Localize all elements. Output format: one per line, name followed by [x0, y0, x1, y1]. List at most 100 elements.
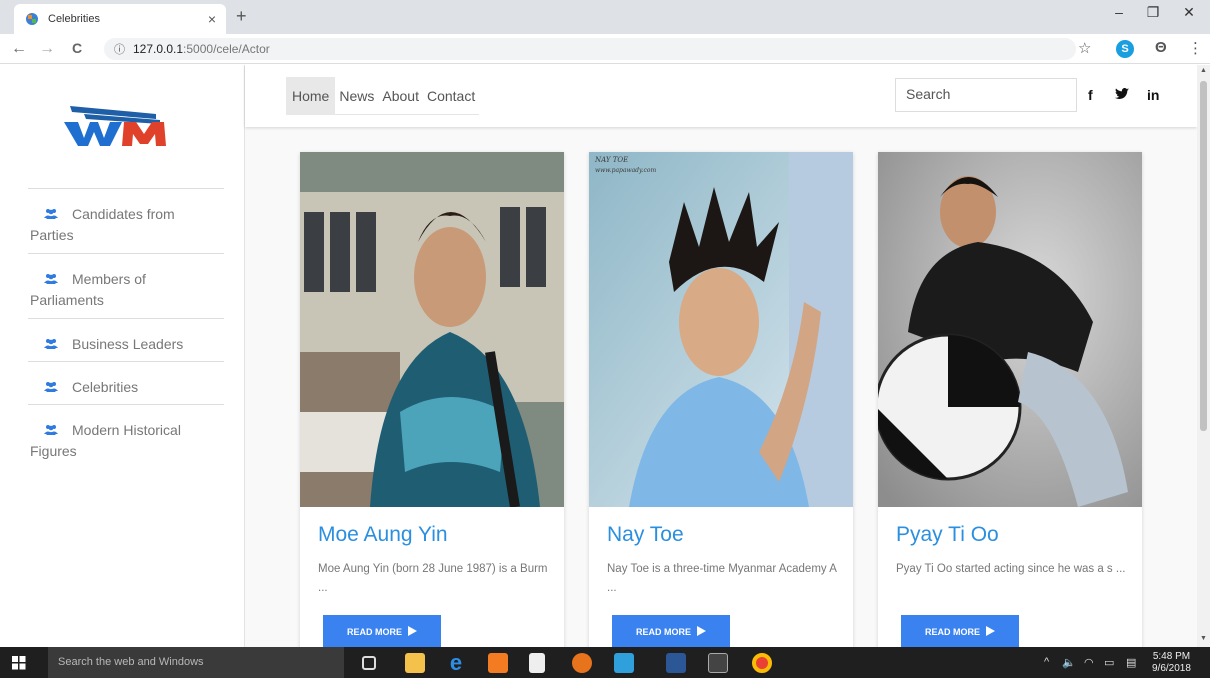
users-icon [44, 335, 66, 355]
top-navbar: Home News About Contact Search f in [245, 65, 1197, 127]
store-icon[interactable] [529, 653, 545, 673]
browser-toolbar: ← → C ⓘ 127.0.0.1:5000/cele/Actor ☆ S Θ … [0, 34, 1210, 64]
sidebar-item-label: Business Leaders [72, 336, 184, 352]
sidebar: Candidates from Parties Members of Parli… [0, 65, 245, 647]
read-more-label: READ MORE [924, 627, 980, 637]
page-viewport: Candidates from Parties Members of Parli… [0, 65, 1197, 647]
command-prompt-icon[interactable] [708, 653, 728, 673]
url-host: 127.0.0.1 [133, 42, 184, 56]
clock-date: 9/6/2018 [1152, 663, 1191, 674]
sidebar-item-label-cont: Parliaments [30, 292, 104, 308]
play-arrow-icon [986, 626, 995, 638]
read-more-button[interactable]: READ MORE [323, 615, 441, 647]
sidebar-item-label: Members of [72, 271, 146, 287]
nav-home[interactable]: Home [286, 76, 336, 115]
tab-title: Celebrities [48, 13, 100, 25]
sidebar-item-label-cont: Parties [30, 227, 74, 243]
read-more-button[interactable]: READ MORE [612, 615, 730, 647]
twitter-icon[interactable] [1115, 87, 1129, 103]
sidebar-item-label-cont: Figures [30, 443, 77, 459]
celebrity-description: Moe Aung Yin (born 28 June 1987) is a Bu… [318, 563, 548, 594]
firefox-icon[interactable] [572, 653, 592, 673]
celebrity-photo[interactable] [300, 152, 564, 507]
page-scrollbar[interactable]: ▲ ▼ [1197, 65, 1210, 647]
sidebar-item-candidates[interactable]: Candidates from Parties [28, 188, 224, 253]
favicon-icon [24, 11, 40, 27]
back-icon[interactable]: ← [8, 40, 30, 58]
volume-icon[interactable]: 🔈 [1062, 656, 1076, 669]
nav-contact[interactable]: Contact [423, 77, 479, 115]
tray-chevron-icon[interactable]: ^ [1044, 656, 1049, 668]
battery-icon[interactable]: ▭ [1104, 656, 1114, 669]
celebrity-card: NAY TOE www.papawady.com Nay Toe Nay Toe… [589, 152, 853, 647]
scroll-down-icon[interactable]: ▼ [1200, 635, 1207, 642]
photo-watermark-url: www.papawady.com [595, 167, 656, 174]
users-icon [44, 421, 66, 441]
tab-close-icon[interactable]: × [208, 11, 216, 27]
close-window-icon[interactable]: ✕ [1174, 4, 1204, 21]
read-more-label: READ MORE [635, 627, 691, 637]
bookmark-star-icon[interactable]: ☆ [1078, 39, 1091, 57]
task-view-icon[interactable] [362, 656, 376, 670]
minimize-icon[interactable]: – [1104, 4, 1134, 20]
windows-start-icon[interactable] [12, 656, 26, 675]
users-icon [44, 205, 66, 225]
celebrity-card: Pyay Ti Oo Pyay Ti Oo started acting sin… [878, 152, 1142, 647]
users-icon [44, 378, 66, 398]
play-arrow-icon [697, 626, 706, 638]
read-more-button[interactable]: READ MORE [901, 615, 1019, 647]
word-icon[interactable] [666, 653, 686, 673]
nav-links: Home News About Contact [286, 76, 480, 115]
play-arrow-icon [408, 626, 417, 638]
celebrity-description: Pyay Ti Oo started acting since he was a… [896, 563, 1126, 575]
search-input[interactable]: Search [895, 78, 1077, 112]
clock-time: 5:48 PM [1152, 651, 1191, 662]
sidebar-item-members-of-parliaments[interactable]: Members of Parliaments [28, 253, 224, 318]
celebrity-photo[interactable] [878, 152, 1142, 507]
url-path: :5000/cele/Actor [183, 42, 270, 56]
tab-strip: Celebrities × + – ❐ ✕ [0, 0, 1210, 34]
snipping-tool-icon[interactable] [614, 653, 634, 673]
celebrity-name[interactable]: Moe Aung Yin [318, 523, 448, 547]
scrollbar-thumb[interactable] [1200, 81, 1207, 431]
xampp-icon[interactable] [488, 653, 508, 673]
celebrity-name[interactable]: Nay Toe [607, 523, 684, 547]
sidebar-item-celebrities[interactable]: Celebrities [28, 361, 224, 404]
facebook-icon[interactable]: f [1088, 87, 1093, 103]
celebrity-photo[interactable]: NAY TOE www.papawady.com [589, 152, 853, 507]
site-info-icon[interactable]: ⓘ [114, 41, 125, 57]
taskbar-clock[interactable]: 5:48 PM 9/6/2018 [1152, 651, 1191, 675]
notifications-icon[interactable]: ▤ [1126, 656, 1136, 669]
browser-tab[interactable]: Celebrities × [14, 4, 226, 34]
forward-icon[interactable]: → [36, 40, 58, 58]
reload-icon[interactable]: C [66, 40, 88, 56]
address-bar[interactable]: ⓘ 127.0.0.1:5000/cele/Actor [104, 38, 1076, 60]
chrome-icon[interactable] [752, 653, 772, 673]
restore-icon[interactable]: ❐ [1138, 4, 1168, 21]
celebrity-name[interactable]: Pyay Ti Oo [896, 523, 999, 547]
celebrity-description: Nay Toe is a three-time Myanmar Academy … [607, 563, 837, 594]
users-icon [44, 270, 66, 290]
menu-icon[interactable]: ⋮ [1188, 39, 1203, 57]
sidebar-item-modern-historical-figures[interactable]: Modern Historical Figures [28, 404, 224, 469]
skype-extension-icon[interactable]: S [1116, 40, 1134, 58]
taskbar-search-input[interactable]: Search the web and Windows [48, 647, 344, 678]
new-tab-icon[interactable]: + [236, 6, 247, 27]
account-icon[interactable]: Θ [1155, 39, 1167, 56]
linkedin-icon[interactable]: in [1147, 87, 1159, 103]
windows-taskbar: Search the web and Windows e ^ 🔈 ◠ ▭ ▤ 5… [0, 647, 1210, 678]
edge-icon[interactable]: e [446, 652, 466, 674]
sidebar-item-business-leaders[interactable]: Business Leaders [28, 318, 224, 361]
nav-news[interactable]: News [335, 77, 378, 115]
nav-about[interactable]: About [378, 77, 423, 115]
sidebar-item-label: Celebrities [72, 379, 139, 395]
read-more-label: READ MORE [346, 627, 402, 637]
celebrity-card: Moe Aung Yin Moe Aung Yin (born 28 June … [300, 152, 564, 647]
file-explorer-icon[interactable] [405, 653, 425, 673]
scroll-up-icon[interactable]: ▲ [1200, 67, 1207, 74]
wm-logo[interactable] [60, 100, 190, 150]
photo-watermark: NAY TOE [594, 156, 628, 164]
sidebar-item-label: Candidates from [72, 206, 175, 222]
sidebar-item-label: Modern Historical [72, 422, 181, 438]
wifi-icon[interactable]: ◠ [1084, 656, 1094, 669]
